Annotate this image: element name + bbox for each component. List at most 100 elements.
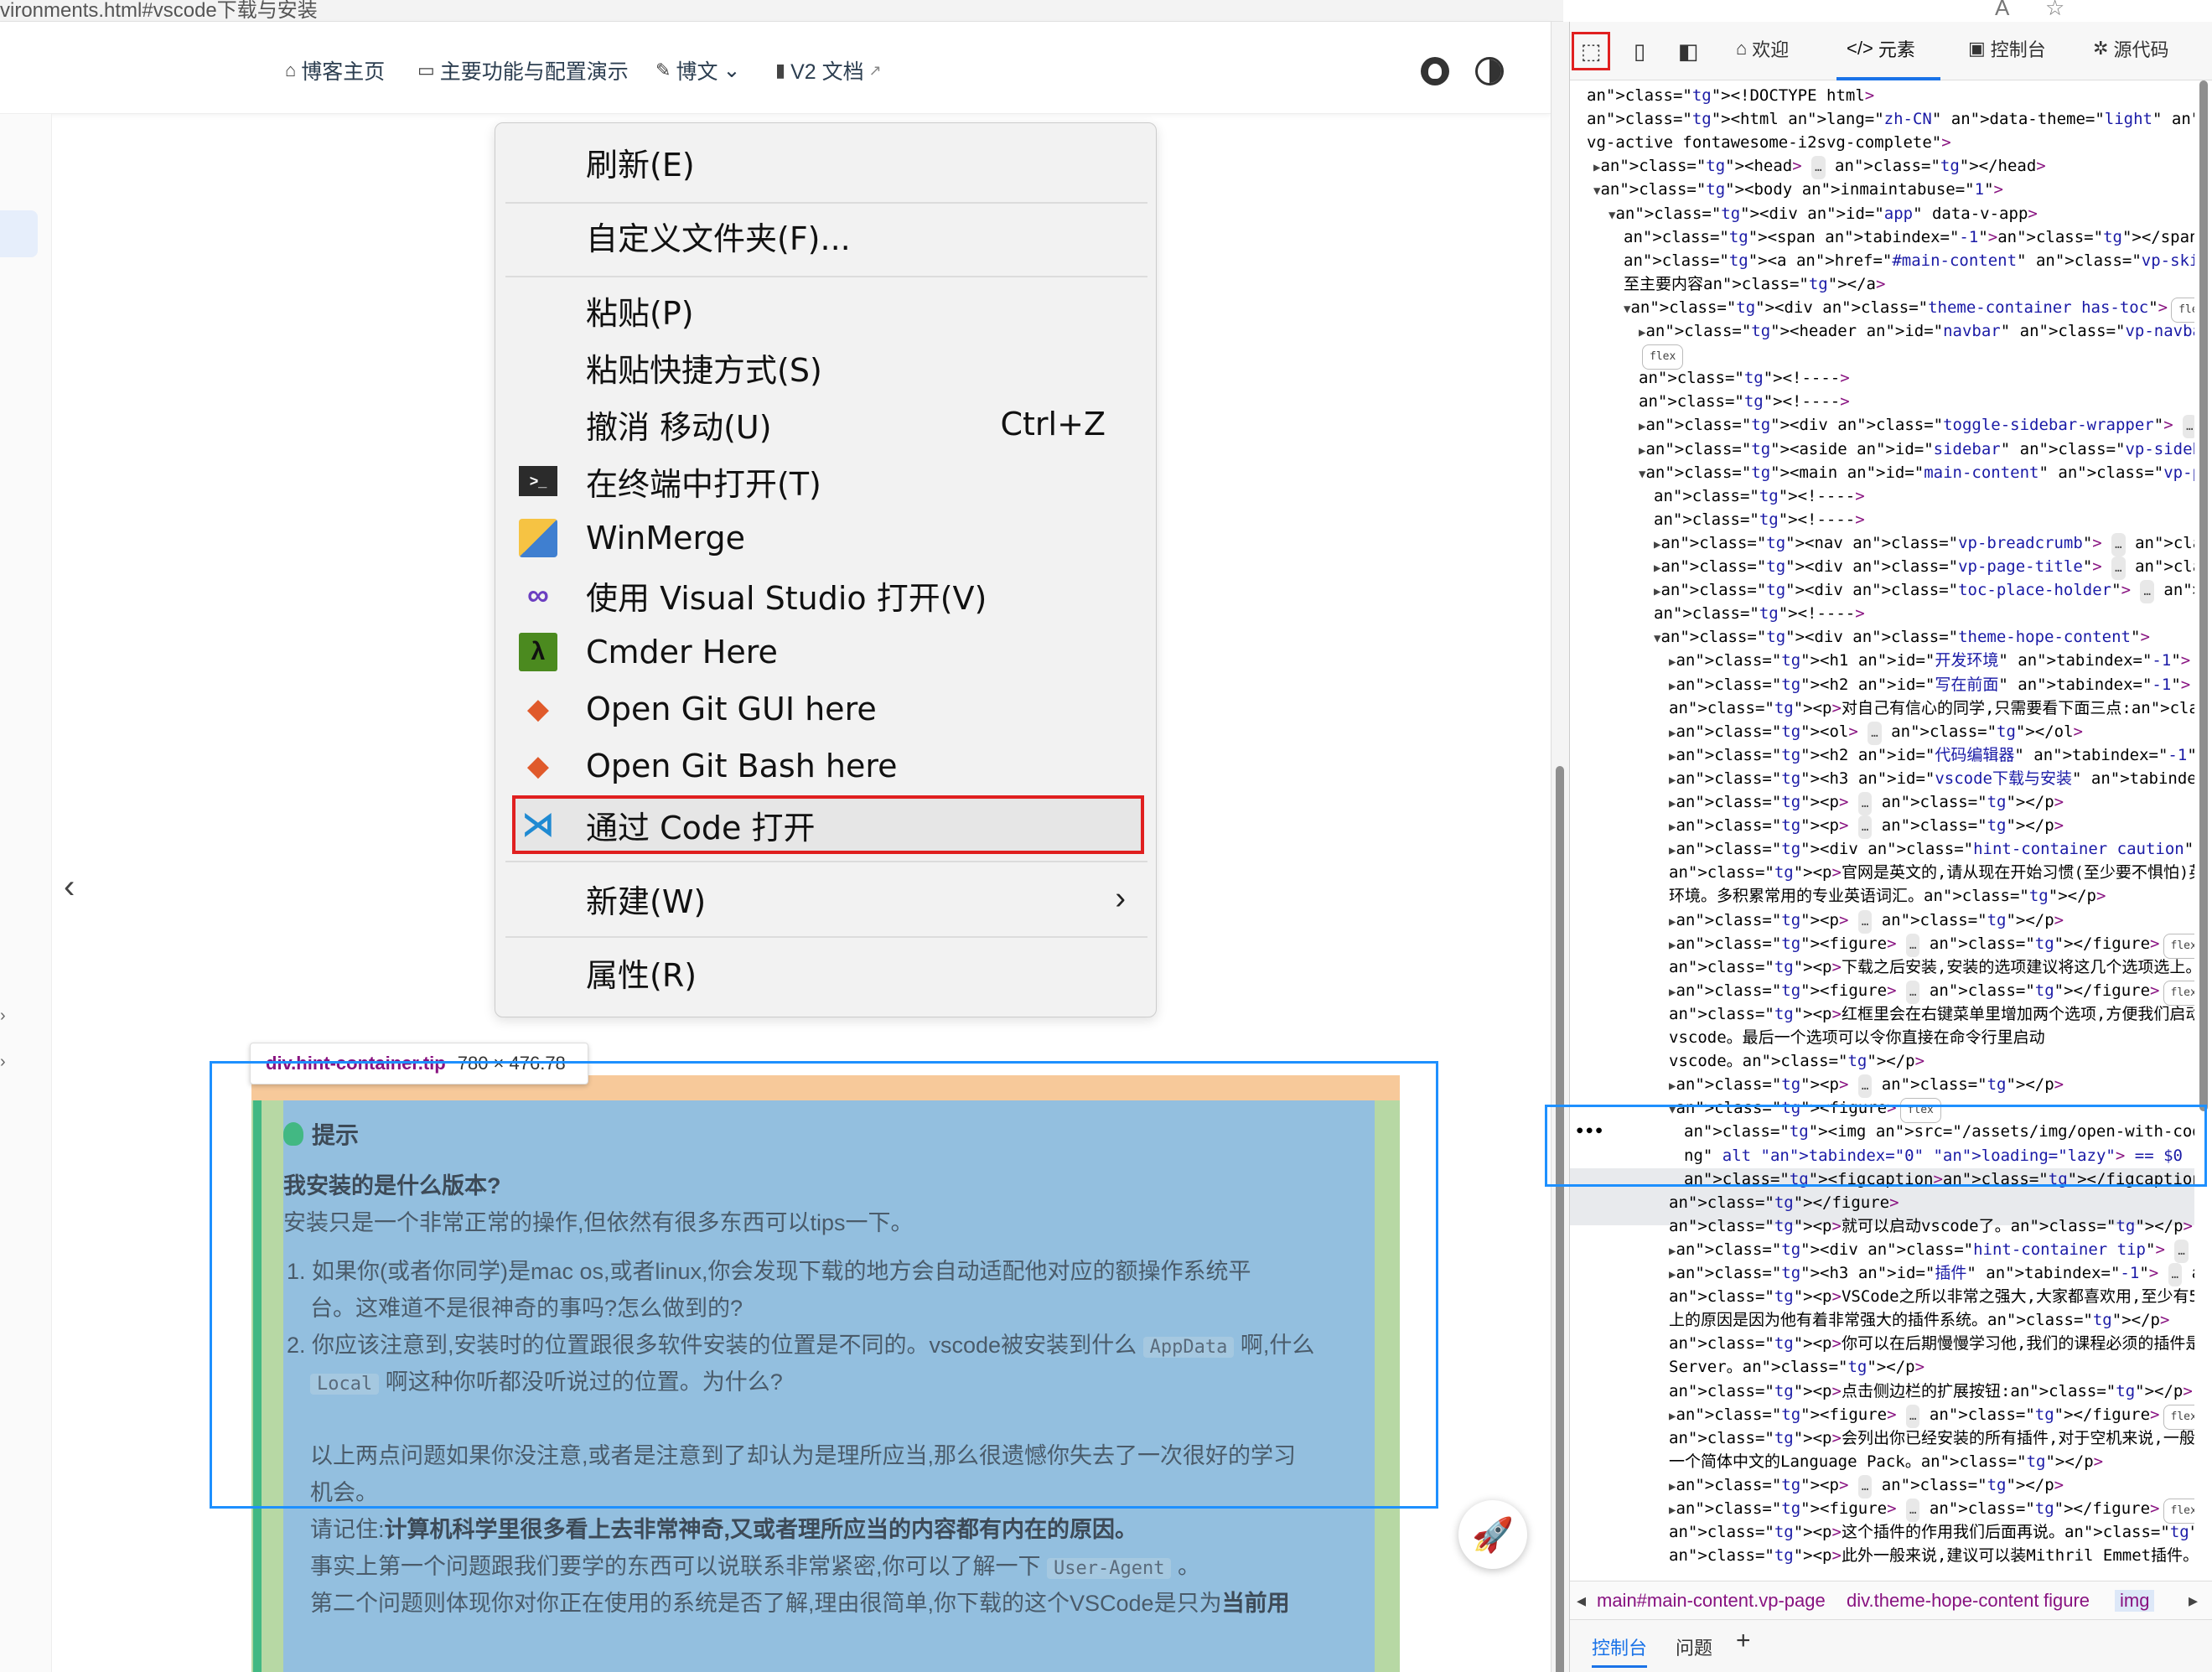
star-icon[interactable]: ☆ [2045,0,2064,21]
dom-line[interactable]: an">class="tg"><p>会列出你已经安装的所有插件,对于空机来说,一… [1669,1426,2194,1450]
nav-features[interactable]: ▭ 主要功能与配置演示 [417,55,629,85]
add-tab-icon[interactable]: + [1736,1627,1751,1655]
inspect-element-icon[interactable]: ⬚ [1572,32,1610,70]
menu-item-git-bash[interactable]: ◆ Open Git Bash here [495,740,1158,792]
dom-line[interactable]: ▶an">class="tg"><p> … an">class="tg"></p… [1669,908,2064,934]
tab-sources[interactable]: ✲ 源代码 [2093,35,2168,62]
dom-line[interactable]: flex [1639,343,1684,370]
sidebar-caret-icon[interactable]: › [0,1053,6,1072]
dom-line[interactable]: vscode。最后一个选项可以令你直接在命令行里启动 [1669,1026,2045,1049]
dom-line[interactable]: ▼an">class="tg"><div an">id="app" data-v… [1608,202,2038,225]
dom-line[interactable]: ▶an">class="tg"><div an">class="toggle-s… [1639,413,2194,439]
dom-line[interactable]: ▶an">class="tg"><div an">class="vp-page-… [1654,555,2194,580]
dom-line[interactable]: an">class="tg"><p>下载之后安装,安装的选项建议将这几个选项选上… [1669,955,2194,979]
sidebar-caret-icon[interactable]: › [0,1007,6,1026]
dom-line[interactable]: Server。an">class="tg"></p> [1669,1355,1924,1379]
menu-item-open-with-code[interactable]: ⋊ 通过 Code 打开 [495,799,1158,851]
dom-line[interactable]: ▶an">class="tg"><div an">class="hint-con… [1669,1238,2194,1263]
dom-line[interactable]: an">class="tg"><p>对自己有信心的同学,只需要看下面三点:an"… [1669,696,2194,720]
dom-line[interactable]: an">class="tg"><!DOCTYPE html> [1587,84,1874,107]
dom-line[interactable]: ▶an">class="tg"><h1 an">id="开发环境" an">ta… [1669,649,2194,672]
menu-item-undo-move[interactable]: 撤消 移动(U) Ctrl+Z [495,398,1158,450]
dom-line[interactable]: 上的原因是因为他有着非常强大的插件系统。an">class="tg"></p> [1669,1308,2169,1332]
dom-line[interactable]: ▶an">class="tg"><h2 an">id="写在前面" an">ta… [1669,673,2194,696]
dom-line[interactable]: ▶an">class="tg"><figure> … an">class="tg… [1669,932,2194,959]
dom-line[interactable]: vg-active fontawesome-i2svg-complete"> [1587,131,1951,154]
dom-line[interactable]: an">class="tg"><html an">lang="zh-CN" an… [1587,107,2194,131]
dom-line[interactable]: ▶an">class="tg"><figure> … an">class="tg… [1669,979,2194,1006]
dom-line[interactable]: an">class="tg"><!----> [1639,366,1850,390]
dom-line[interactable]: an">class="tg"><!----> [1654,484,1865,508]
tab-console[interactable]: ▣ 控制台 [1968,35,2046,62]
dom-line[interactable]: ▶an">class="tg"><p> … an">class="tg"></p… [1669,1473,2064,1499]
dom-line[interactable]: an">class="tg"><p>VSCode之所以非常之强大,大家都喜欢用,… [1669,1285,2194,1308]
breadcrumb-right-arrow-icon[interactable]: ▸ [2189,1590,2198,1612]
dom-line[interactable]: an">class="tg"><p>红框里会在右键菜单里增加两个选项,方便我们启… [1669,1002,2194,1026]
dom-line[interactable]: 环境。多积累常用的专业英语词汇。an">class="tg"></p> [1669,884,2106,908]
dom-line[interactable]: 一个简体中文的Language Pack。an">class="tg"></p> [1669,1450,2103,1473]
menu-item-git-gui[interactable]: ◆ Open Git GUI here [495,683,1158,735]
dom-line[interactable]: an">class="tg"><p>此外一般来说,建议可以装Mithril Em… [1669,1544,2194,1567]
dom-line[interactable]: ▼an">class="tg"><div an">class="theme-ho… [1654,625,2150,649]
dom-line[interactable]: ▶an">class="tg"><ol> … an">class="tg"></… [1669,720,2083,745]
device-emulation-icon[interactable]: ▯ [1620,32,1659,70]
dom-line[interactable]: an">class="tg"><!----> [1654,508,1865,531]
dom-line[interactable]: ▶an">class="tg"><header an">id="navbar" … [1639,319,2194,343]
theme-toggle-icon[interactable] [1475,57,1504,85]
menu-item-refresh[interactable]: 刷新(E) [495,136,1158,188]
nav-posts[interactable]: ✎ 博文 ⌄ [655,55,740,85]
nav-home[interactable]: ⌂ 博客主页 [285,55,385,85]
dom-line[interactable]: an">class="tg"><p>点击侧边栏的扩展按钮:an">class="… [1669,1380,2193,1403]
dom-line[interactable]: an">class="tg"><span an">tabindex="-1">a… [1624,225,2194,249]
menu-item-paste[interactable]: 粘贴(P) [495,284,1158,336]
dock-side-icon[interactable]: ◧ [1669,32,1707,70]
dom-line[interactable]: ▶an">class="tg"><p> … an">class="tg"></p… [1669,814,2064,840]
breadcrumb-item[interactable]: main#main-content.vp-page [1597,1590,1826,1612]
menu-item-cmder[interactable]: λ Cmder Here [495,626,1158,678]
dom-line[interactable]: an">class="tg"><p>官网是英文的,请从现在开始习惯(至少要不惧怕… [1669,861,2194,884]
page-scrollbar[interactable] [1551,22,1569,1672]
nav-v2-docs[interactable]: ▮ V2 文档 ↗ [775,55,882,85]
dom-line[interactable]: an">class="tg"><!----> [1639,390,1850,413]
drawer-tab-issues[interactable]: 问题 [1676,1633,1712,1660]
menu-item-open-terminal[interactable]: >_ 在终端中打开(T) [495,455,1158,507]
browser-address-bar[interactable]: vironments.html#vscode下载与安装 A ☆ [0,0,2064,22]
back-to-top-rocket-icon[interactable]: 🚀 [1458,1500,1527,1569]
dom-line[interactable]: ▶an">class="tg"><h2 an">id="代码编辑器" an">t… [1669,743,2194,767]
prev-page-arrow-icon[interactable]: ‹ [64,868,75,906]
dom-line[interactable]: an">class="tg"><p>这个插件的作用我们后面再说。an">clas… [1669,1520,2194,1544]
dom-line[interactable]: an">class="tg"><!----> [1654,602,1865,625]
breadcrumb-item[interactable]: div.theme-hope-content [1847,1590,2039,1612]
scrollbar-thumb[interactable] [1556,766,1564,1672]
menu-item-paste-shortcut[interactable]: 粘贴快捷方式(S) [495,341,1158,393]
dom-line[interactable]: ▼an">class="tg"><main an">id="main-conte… [1639,461,2194,484]
dom-tree-scrollbar[interactable] [2194,80,2212,1581]
dom-line[interactable]: ▶an">class="tg"><figure> … an">class="tg… [1669,1497,2194,1524]
dom-line[interactable]: an">class="tg"><p>你可以在后期慢慢学习他,我们的课程必须的插件… [1669,1332,2194,1355]
tab-elements[interactable]: </> 元素 [1847,35,1915,62]
dom-line[interactable]: ▼an">class="tg"><body an">inmaintabuse="… [1593,178,2003,201]
dom-line[interactable]: an">class="tg"></figure> [1669,1191,1899,1214]
dom-line[interactable]: ▶an">class="tg"><h3 an">id="插件" an">tabi… [1669,1261,2194,1286]
sidebar-active-item[interactable] [0,210,38,257]
dom-line[interactable]: ▶an">class="tg"><p> … an">class="tg"></p… [1669,1073,2064,1099]
dom-line[interactable]: ▶an">class="tg"><div an">class="hint-con… [1669,837,2194,861]
menu-item-properties[interactable]: 属性(R) [495,946,1158,998]
menu-item-new[interactable]: 新建(W) › [495,872,1158,924]
dom-line[interactable]: ▶an">class="tg"><head> … an">class="tg">… [1593,154,2046,180]
menu-item-winmerge[interactable]: WinMerge [495,512,1158,564]
dom-line[interactable]: ▼an">class="tg"><div an">class="theme-co… [1624,296,2194,323]
breadcrumb-left-arrow-icon[interactable]: ◂ [1577,1590,1586,1612]
dom-line[interactable]: an">class="tg"><p>就可以启动vscode了。an">class… [1669,1214,2193,1238]
menu-item-customize-folder[interactable]: 自定义文件夹(F)... [495,210,1158,261]
dom-line[interactable]: ▶an">class="tg"><figure> … an">class="tg… [1669,1403,2194,1430]
dom-line[interactable]: ▶an">class="tg"><nav an">class="vp-bread… [1654,531,2194,556]
dom-line[interactable]: ▶an">class="tg"><aside an">id="sidebar" … [1639,437,2194,461]
drawer-tab-console[interactable]: 控制台 [1592,1633,1648,1668]
breadcrumb-item[interactable]: img [2115,1590,2155,1612]
dom-tree[interactable]: an">class="tg"><!DOCTYPE html> an">class=… [1570,80,2194,1581]
tab-welcome[interactable]: ⌂ 欢迎 [1736,35,1789,62]
menu-item-open-visual-studio[interactable]: ∞ 使用 Visual Studio 打开(V) [495,569,1158,621]
scrollbar-thumb[interactable] [2199,80,2208,1111]
dom-line[interactable]: ▶an">class="tg"><div an">class="toc-plac… [1654,578,2194,604]
